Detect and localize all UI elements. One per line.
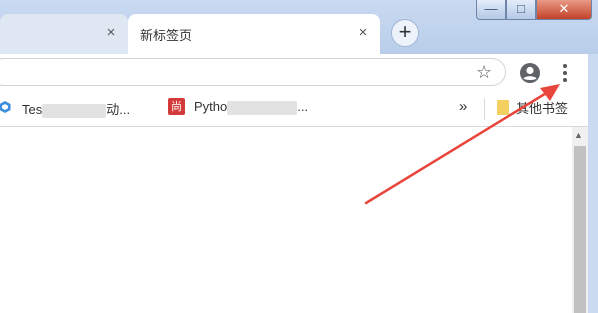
divider <box>484 98 485 120</box>
scroll-up-arrow-icon[interactable]: ▲ <box>574 130 583 140</box>
page-content <box>0 127 572 313</box>
minimize-icon: — <box>484 1 498 16</box>
bookmark-label-end: ... <box>297 99 309 114</box>
bookmark-star-icon[interactable]: ☆ <box>476 62 492 83</box>
bookmark-favicon-icon: 尚 <box>168 98 185 115</box>
toolbar: ☆ <box>0 54 598 90</box>
bookmark-label-start: Tes <box>22 102 43 117</box>
tab-close-icon[interactable]: × <box>102 24 120 42</box>
bookmark-label-start: Pytho <box>194 99 228 114</box>
bookmark-favicon-icon <box>0 101 11 113</box>
tab-close-icon[interactable]: × <box>354 24 372 42</box>
account-circle-icon[interactable] <box>519 62 541 84</box>
maximize-button[interactable]: □ <box>506 0 536 20</box>
bookmark-label-end: 动... <box>106 102 131 117</box>
new-tab-button[interactable]: + <box>391 19 419 47</box>
tab-inactive[interactable]: × <box>0 14 128 54</box>
three-dot-menu-icon[interactable] <box>558 61 572 85</box>
scrollbar-thumb[interactable] <box>574 146 586 313</box>
bookmarks-overflow-icon[interactable]: » <box>459 98 467 115</box>
minimize-button[interactable]: — <box>476 0 506 20</box>
blurred-text <box>227 100 298 115</box>
tab-title: 新标签页 <box>140 29 193 44</box>
bookmark-item[interactable]: Pytho... <box>194 99 308 117</box>
blurred-text <box>42 103 107 118</box>
window-border <box>588 54 598 313</box>
address-bar[interactable] <box>0 58 506 86</box>
other-bookmarks-button[interactable]: 其他书签 <box>516 98 568 117</box>
folder-icon <box>497 100 509 115</box>
maximize-icon: □ <box>517 1 525 16</box>
close-icon: ✕ <box>558 1 570 16</box>
bookmark-item[interactable]: Tes 动... <box>22 99 131 118</box>
tab-new-tab[interactable]: 新标签页 × <box>128 14 380 54</box>
close-window-button[interactable]: ✕ <box>536 0 592 20</box>
title-bar: × 新标签页 × + — □ ✕ <box>0 0 598 54</box>
